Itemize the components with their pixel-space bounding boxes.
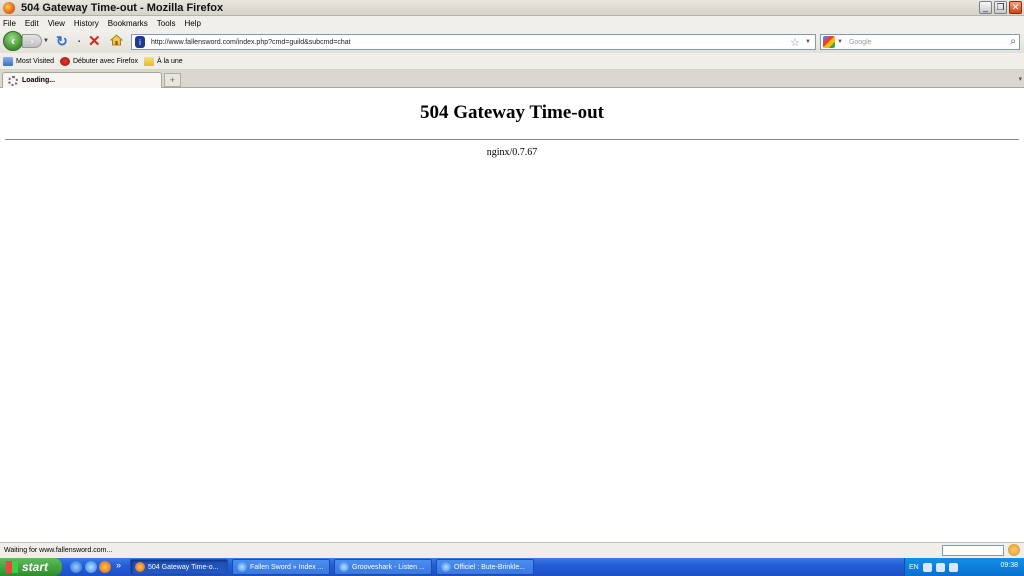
help-tray-icon[interactable] — [922, 562, 932, 572]
history-dropdown-icon[interactable]: ▼ — [43, 38, 49, 44]
start-label: start — [22, 560, 49, 574]
quicklaunch-ie-icon[interactable] — [70, 561, 82, 573]
bookmark-label: Débuter avec Firefox — [73, 57, 138, 65]
menu-view[interactable]: View — [48, 19, 65, 28]
minimize-button[interactable]: _ — [979, 1, 992, 14]
ie-icon — [339, 562, 349, 572]
clock: 09:38 — [1000, 562, 1018, 569]
page-title: 504 Gateway Time-out — [419, 102, 604, 123]
loading-spinner-icon — [8, 75, 18, 86]
close-button[interactable]: ✕ — [1009, 1, 1022, 14]
taskbar-item-label: 504 Gateway Time-o... — [148, 563, 219, 571]
menu-bar: File Edit View History Bookmarks Tools H… — [0, 16, 1024, 30]
start-button[interactable]: start — [0, 558, 62, 576]
restore-button[interactable]: ❐ — [994, 1, 1007, 14]
bookmark-debuter-avec-firefox[interactable]: Débuter avec Firefox — [60, 56, 138, 66]
quicklaunch-firefox-icon[interactable] — [99, 561, 111, 573]
divider — [5, 139, 1019, 140]
rss-folder-icon — [143, 56, 154, 66]
windows-flag-icon — [6, 561, 18, 573]
server-signature: nginx/0.7.67 — [486, 147, 538, 158]
forward-button[interactable]: › — [22, 34, 42, 48]
bookmark-label: Most Visited — [16, 57, 54, 65]
ie-icon — [237, 562, 247, 572]
taskbar-item-label: Fallen Sword » Index ... — [250, 563, 324, 571]
status-bar: Waiting for www.fallensword.com... — [0, 542, 1024, 558]
addon-smiley-icon[interactable] — [1008, 544, 1020, 556]
firefox-icon — [135, 562, 145, 572]
volume-tray-icon[interactable] — [948, 562, 958, 572]
status-progress-box — [942, 545, 1004, 556]
navigation-toolbar: ‹ › ▼ ↻ ▪ ✕ i http://www.fallensword.com… — [0, 30, 1024, 53]
bookmark-star-icon[interactable]: ☆ — [790, 36, 800, 49]
back-arrow-icon: ‹ — [11, 34, 15, 48]
tab-label: Loading... — [22, 77, 56, 84]
forward-arrow-icon: › — [30, 36, 34, 46]
window-controls: _ ❐ ✕ — [979, 1, 1022, 14]
menu-tools[interactable]: Tools — [157, 19, 176, 28]
search-input[interactable]: Google — [849, 39, 872, 46]
taskbar-item-fallen-sword[interactable]: Fallen Sword » Index ... — [232, 559, 330, 575]
menu-history[interactable]: History — [74, 19, 99, 28]
search-engine-dropdown-icon[interactable]: ▼ — [837, 39, 843, 45]
url-input[interactable]: http://www.fallensword.com/index.php?cmd… — [151, 39, 351, 46]
language-indicator[interactable]: EN — [909, 564, 919, 571]
menu-help[interactable]: Help — [184, 19, 200, 28]
window-title: 504 Gateway Time-out - Mozilla Firefox — [21, 1, 224, 14]
search-bar[interactable]: ▼ Google ⌕ — [820, 34, 1020, 50]
search-icon[interactable]: ⌕ — [1010, 36, 1016, 47]
network-tray-icon[interactable] — [935, 562, 945, 572]
system-tray: EN 09:38 — [904, 558, 1024, 576]
url-dropdown-icon[interactable]: ▼ — [805, 39, 811, 45]
menu-bookmarks[interactable]: Bookmarks — [108, 19, 148, 28]
taskbar-item-grooveshark[interactable]: Grooveshark - Listen ... — [334, 559, 432, 575]
quicklaunch-more-icon[interactable]: » — [116, 560, 121, 570]
bookmark-label: À la une — [156, 57, 183, 65]
bookmark-folder-icon — [3, 56, 13, 66]
menu-file[interactable]: File — [3, 19, 16, 28]
ie-icon — [441, 562, 451, 572]
tab-strip: Loading... + ▾ — [0, 70, 1024, 88]
menu-edit[interactable]: Edit — [25, 19, 39, 28]
bookmark-a-la-une[interactable]: À la une — [143, 56, 183, 66]
new-tab-button[interactable]: + — [164, 73, 181, 87]
google-engine-icon[interactable] — [823, 36, 835, 48]
back-button[interactable]: ‹ — [3, 31, 23, 51]
status-text: Waiting for www.fallensword.com... — [4, 547, 113, 554]
taskbar-item-firefox[interactable]: 504 Gateway Time-o... — [130, 559, 228, 575]
tab-loading[interactable]: Loading... — [2, 72, 162, 88]
quicklaunch-ie2-icon[interactable] — [85, 561, 97, 573]
taskbar-item-label: Grooveshark - Listen ... — [352, 563, 425, 571]
bookmark-most-visited[interactable]: Most Visited — [3, 56, 54, 66]
taskbar-item-officiel[interactable]: Officiel : Bute-Brinkle... — [436, 559, 534, 575]
home-icon[interactable] — [110, 34, 123, 46]
firefox-bookmark-icon — [60, 56, 70, 66]
window-titlebar: 504 Gateway Time-out - Mozilla Firefox _… — [0, 0, 1024, 16]
url-bar[interactable]: i http://www.fallensword.com/index.php?c… — [131, 34, 816, 50]
firefox-icon — [3, 1, 15, 14]
reload-dropdown-icon[interactable]: ▪ — [78, 39, 80, 45]
stop-icon[interactable]: ✕ — [88, 32, 101, 50]
taskbar: start » 504 Gateway Time-o... Fallen Swo… — [0, 558, 1024, 576]
reload-icon[interactable]: ↻ — [56, 33, 68, 50]
tab-list-icon[interactable]: ▾ — [1018, 75, 1022, 83]
site-favicon: i — [135, 36, 145, 48]
bookmarks-toolbar: Most Visited Débuter avec Firefox À la u… — [0, 53, 1024, 70]
page-content: 504 Gateway Time-out nginx/0.7.67 — [0, 89, 1024, 542]
taskbar-item-label: Officiel : Bute-Brinkle... — [454, 563, 526, 571]
